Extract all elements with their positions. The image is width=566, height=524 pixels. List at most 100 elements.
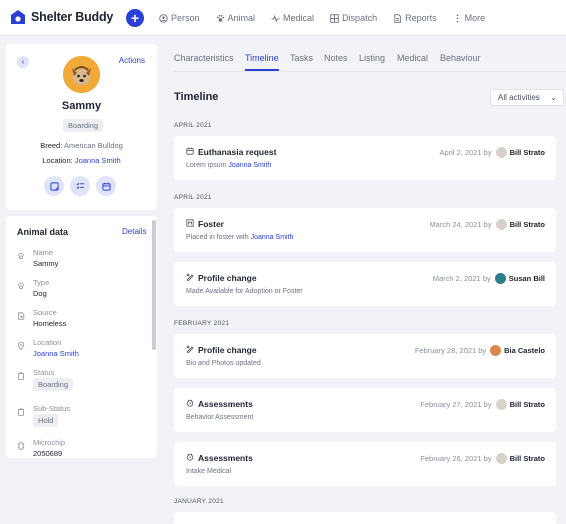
event-description: Made Available for Adoption or Foster [186,288,303,295]
event-title: Assessments [198,453,253,463]
nav-item-medical[interactable]: Medical [271,13,314,23]
event-date: February 28, 2021 [414,346,477,355]
person-icon [159,13,168,23]
event-description: Bio and Photos updated [186,360,261,367]
event-user[interactable]: Susan Bill [509,274,545,283]
nav-item-animal[interactable]: Animal [216,13,256,23]
event-user[interactable]: Bill Strato [510,400,545,409]
user-avatar [495,219,507,230]
tab-medical[interactable]: Medical [397,53,428,63]
tab-listing[interactable]: Listing [359,53,385,63]
nav-item-reports[interactable]: Reports [393,13,437,23]
field-value: Dog [33,289,47,298]
event-meta: April 2, 2021 by Bill Strato [439,147,545,158]
edit-profile-icon [186,273,194,281]
back-button[interactable]: ‹ [17,56,29,68]
event-by: by [483,148,492,157]
event-desc-link[interactable]: Joanna Smith [228,162,271,169]
nav-item-person[interactable]: Person [159,13,200,23]
event-user[interactable]: Bill Strato [510,220,545,229]
timeline-event[interactable]: Assessments Intake Medical February 26, … [174,442,556,486]
nav-label: Animal [227,13,256,23]
location-link[interactable]: Joanna Smith [75,156,121,165]
event-by: by [483,400,492,409]
event-user[interactable]: Bia Castelo [504,346,545,355]
nav-label: Medical [283,13,315,23]
shelter-logo-icon [11,10,25,24]
activity-filter-select[interactable]: All activities ⌄ [490,89,564,106]
field-label: Location [33,338,62,347]
paw-icon [17,252,25,260]
add-button[interactable]: + [126,9,144,27]
field-value: Homeless [33,319,67,328]
location-line: Location: Joanna Smith [6,156,157,165]
schedule-button[interactable] [96,176,116,196]
month-header: FEBRUARY 2021 [174,320,230,327]
breed-label: Breed: [40,141,63,150]
event-by: by [483,454,492,463]
paw-icon [216,14,224,22]
field-value: Sammy [33,259,59,268]
month-header: APRIL 2021 [174,194,212,201]
profile-tabs: Characteristics Timeline Tasks Notes Lis… [174,44,566,72]
event-desc-text: Made Available for Adoption or Foster [186,288,303,295]
user-avatar [490,345,502,356]
scrollbar[interactable] [152,220,156,454]
event-date: March 2, 2021 [432,274,481,283]
event-date: March 24, 2021 [429,220,482,229]
edit-profile-icon [186,345,194,353]
tab-notes[interactable]: Notes [324,53,348,63]
timeline-event[interactable]: Profile change Bio and Photos updated Fe… [174,334,556,378]
calendar-icon [186,147,194,155]
nav-label: Dispatch [342,13,378,23]
tab-behaviour[interactable]: Behaviour [440,53,481,63]
timeline-event[interactable]: Assessments Behavior Assessment February… [174,388,556,432]
location-value-link[interactable]: Joanna Smith [33,349,79,358]
add-task-button[interactable] [70,176,90,196]
user-avatar [495,147,507,158]
event-desc-link[interactable]: Joanna Smith [251,234,294,241]
timeline-event-partial[interactable] [174,512,556,524]
event-description: Behavior Assessment [186,414,253,421]
tab-tasks[interactable]: Tasks [290,53,313,63]
timeline-event[interactable]: Euthanasia request Lorem ipsum Joanna Sm… [174,136,556,180]
scrollbar-thumb[interactable] [152,220,156,350]
event-user[interactable]: Bill Strato [510,454,545,463]
actions-link[interactable]: Actions [119,56,145,65]
nav-label: More [464,13,486,23]
event-meta: March 24, 2021 by Bill Strato [429,219,545,230]
tab-timeline[interactable]: Timeline [245,53,279,71]
field-label: Name [33,248,54,257]
event-title: Foster [198,219,224,229]
nav-label: Reports [405,13,437,23]
event-desc-text: Placed in foster with [186,234,249,241]
event-desc-text: Intake Medical [186,468,232,475]
month-header: JANUARY 2021 [174,498,224,505]
details-link[interactable]: Details [122,227,146,236]
top-navigation-bar: Shelter Buddy + Person Animal Medical Di… [0,0,566,36]
event-by: by [483,220,492,229]
add-note-button[interactable] [44,176,64,196]
event-by: by [482,274,491,283]
status-badge: Boarding [63,119,104,132]
breed-value: American Bulldog [64,141,123,150]
event-title: Profile change [198,345,257,355]
event-description: Intake Medical [186,468,231,475]
timeline-event[interactable]: Foster Placed in foster with Joanna Smit… [174,208,556,252]
event-user[interactable]: Bill Strato [510,148,545,157]
main-nav: Person Animal Medical Dispatch Reports M… [159,0,501,36]
event-date: April 2, 2021 [439,148,482,157]
animal-profile-card: ‹ Actions Sammy Boarding Breed: American… [6,44,157,210]
event-description: Placed in foster with Joanna Smith [186,234,293,241]
nav-item-more[interactable]: More [453,13,486,23]
user-avatar [495,453,507,464]
nav-label: Person [171,13,200,23]
tab-characteristics[interactable]: Characteristics [174,53,234,63]
field-label: Status [33,368,55,377]
event-meta: February 26, 2021 by Bill Strato [420,453,545,464]
timeline-event[interactable]: Profile change Made Available for Adopti… [174,262,556,306]
nav-item-dispatch[interactable]: Dispatch [330,13,377,23]
location-pin-icon [17,342,25,350]
app-logo[interactable]: Shelter Buddy [10,9,113,25]
user-avatar [494,273,506,284]
